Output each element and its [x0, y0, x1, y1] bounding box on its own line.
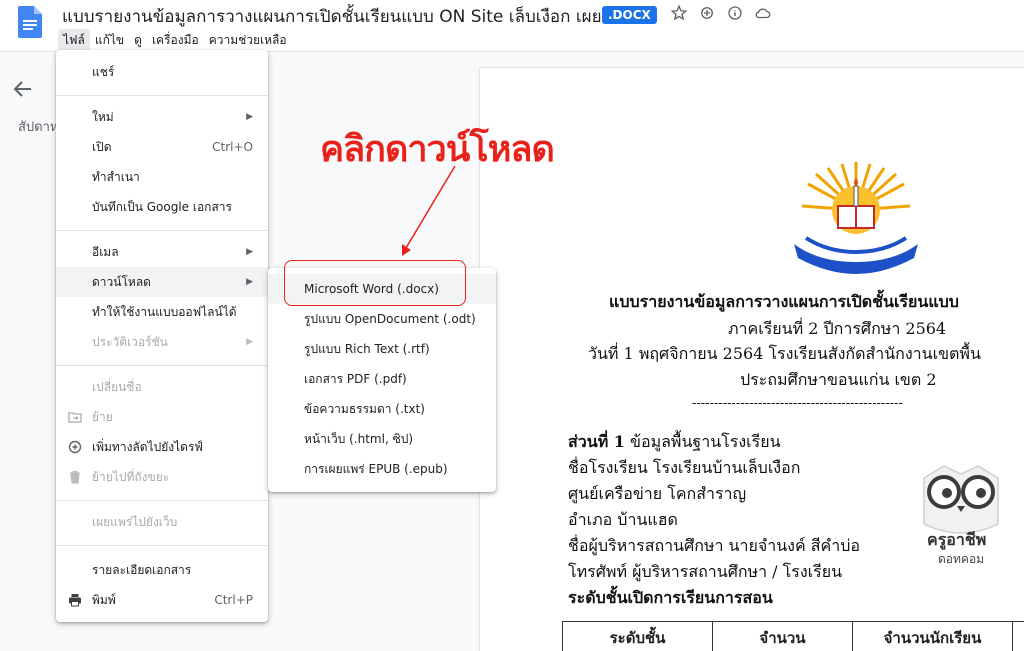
google-docs-logo-icon[interactable]	[18, 6, 42, 38]
menu-view[interactable]: ดู	[129, 29, 147, 52]
doc-phone: โทรศัพท์ ผู้บริหารสถานศึกษา / โรงเรียน	[568, 562, 843, 581]
folder-move-icon	[68, 412, 82, 423]
menu-help[interactable]: ความช่วยเหลือ	[204, 29, 292, 52]
school-crest-logo	[794, 162, 918, 274]
file-menu-share[interactable]: แชร์	[56, 57, 268, 87]
doc-semester-line: ภาคเรียนที่ 2 ปีการศึกษา 2564	[728, 319, 947, 338]
menu-bar: ไฟล์ แก้ไข ดู เครื่องมือ ความช่วยเหลือ	[58, 29, 292, 52]
doc-director: ชื่อผู้บริหารสถานศึกษา นายจำนงค์ สีคำบ่อ	[568, 536, 860, 555]
doc-school-name: ชื่อโรงเรียน โรงเรียนบ้านเล็บเงือก	[568, 458, 801, 477]
download-txt[interactable]: ข้อความธรรมดา (.txt)	[268, 394, 496, 424]
download-html[interactable]: หน้าเว็บ (.html, ซิป)	[268, 424, 496, 454]
doc-section-text: ข้อมูลพื้นฐานโรงเรียน	[624, 432, 781, 451]
table-row: ระดับชั้น จำนวน จำนวนนักเรียน	[562, 621, 1024, 651]
doc-office-line: ประถมศึกษาขอนแก่น เขต 2	[740, 370, 937, 389]
download-rtf[interactable]: รูปแบบ Rich Text (.rtf)	[268, 334, 496, 364]
menu-file[interactable]: ไฟล์	[58, 29, 90, 52]
menu-divider	[56, 230, 268, 231]
menu-divider	[56, 545, 268, 546]
file-menu-document-details[interactable]: รายละเอียดเอกสาร	[56, 555, 268, 585]
file-menu-email[interactable]: อีเมล ▶	[56, 237, 268, 267]
file-menu-print[interactable]: พิมพ์ Ctrl+P	[56, 585, 268, 615]
menu-tools[interactable]: เครื่องมือ	[147, 29, 204, 52]
file-menu-version-history[interactable]: ประวัติเวอร์ชัน ▶	[56, 327, 268, 357]
table-header-cell: จำนวนนักเรียน	[852, 621, 1013, 651]
submenu-arrow-icon: ▶	[246, 112, 253, 122]
print-icon	[69, 594, 81, 607]
document-page[interactable]: แบบรายงานข้อมูลการวางแผนการเปิดชั้นเรียน…	[480, 68, 1024, 651]
download-pdf[interactable]: เอกสาร PDF (.pdf)	[268, 364, 496, 394]
file-menu-move-to-trash[interactable]: ย้ายไปที่ถังขยะ	[56, 462, 268, 492]
table-header-cell: จำนวน	[712, 621, 853, 651]
submenu-arrow-icon: ▶	[246, 337, 253, 347]
file-menu-rename[interactable]: เปลี่ยนชื่อ	[56, 372, 268, 402]
file-menu-add-shortcut[interactable]: เพิ่มทางลัดไปยังไดรฟ์	[56, 432, 268, 462]
menu-divider	[56, 365, 268, 366]
doc-divider: ----------------------------------------…	[692, 396, 903, 411]
outline-label: สัปดาห	[18, 120, 59, 135]
table-header-cell	[1012, 621, 1024, 651]
move-to-folder-icon[interactable]	[698, 4, 716, 22]
table-header-cell: ระดับชั้น	[562, 621, 713, 651]
doc-report-title: แบบรายงานข้อมูลการวางแผนการเปิดชั้นเรียน…	[609, 292, 959, 311]
file-menu-save-as-google-docs[interactable]: บันทึกเป็น Google เอกสาร	[56, 192, 268, 222]
docs-header: แบบรายงานข้อมูลการวางแผนการเปิดชั้นเรียน…	[0, 0, 1024, 52]
file-menu-move[interactable]: ย้าย	[56, 402, 268, 432]
menu-edit[interactable]: แก้ไข	[90, 29, 129, 52]
trash-icon	[70, 471, 80, 484]
doc-date-line: วันที่ 1 พฤศจิกายน 2564 โรงเรียนสังกัดสำ…	[588, 344, 981, 363]
menu-divider	[56, 95, 268, 96]
menu-divider	[56, 500, 268, 501]
doc-section-heading: ส่วนที่ 1	[568, 432, 625, 451]
download-epub[interactable]: การเผยแพร่ EPUB (.epub)	[268, 454, 496, 484]
file-menu-new[interactable]: ใหม่ ▶	[56, 102, 268, 132]
file-menu-make-copy[interactable]: ทำสำเนา	[56, 162, 268, 192]
cloud-status-icon[interactable]	[754, 4, 772, 22]
submenu-arrow-icon: ▶	[246, 277, 253, 287]
doc-level-table: ระดับชั้น จำนวน จำนวนนักเรียน	[562, 621, 1024, 651]
doc-level-heading: ระดับชั้นเปิดการเรียนการสอน	[568, 588, 773, 607]
doc-network: ศูนย์เครือข่าย โคกสำราญ	[568, 484, 747, 503]
download-odt[interactable]: รูปแบบ OpenDocument (.odt)	[268, 304, 496, 334]
star-icon[interactable]	[670, 4, 688, 22]
info-icon[interactable]	[726, 4, 744, 22]
doc-section-line: ส่วนที่ 1 ข้อมูลพื้นฐานโรงเรียน	[568, 430, 781, 455]
annotation-label: คลิกดาวน์โหลด	[320, 129, 555, 170]
file-menu: แชร์ ใหม่ ▶ เปิด Ctrl+O ทำสำเนา บันทึกเป็น…	[56, 50, 268, 622]
watermark-text-line2: ดอทคอม	[938, 552, 985, 566]
document-title[interactable]: แบบรายงานข้อมูลการวางแผนการเปิดชั้นเรียน…	[62, 3, 633, 30]
file-menu-make-offline[interactable]: ทำให้ใช้งานแบบออฟไลน์ได้	[56, 297, 268, 327]
file-menu-open[interactable]: เปิด Ctrl+O	[56, 132, 268, 162]
file-menu-publish-to-web[interactable]: เผยแพร่ไปยังเว็บ	[56, 507, 268, 537]
submenu-arrow-icon: ▶	[246, 247, 253, 257]
back-arrow-icon[interactable]	[13, 80, 33, 98]
drive-shortcut-icon	[68, 440, 82, 454]
file-type-badge: .DOCX	[602, 6, 657, 24]
doc-district: อำเภอ บ้านแฮด	[568, 510, 678, 529]
file-menu-download[interactable]: ดาวน์โหลด ▶	[56, 267, 268, 297]
annotation-highlight-box	[284, 260, 466, 306]
